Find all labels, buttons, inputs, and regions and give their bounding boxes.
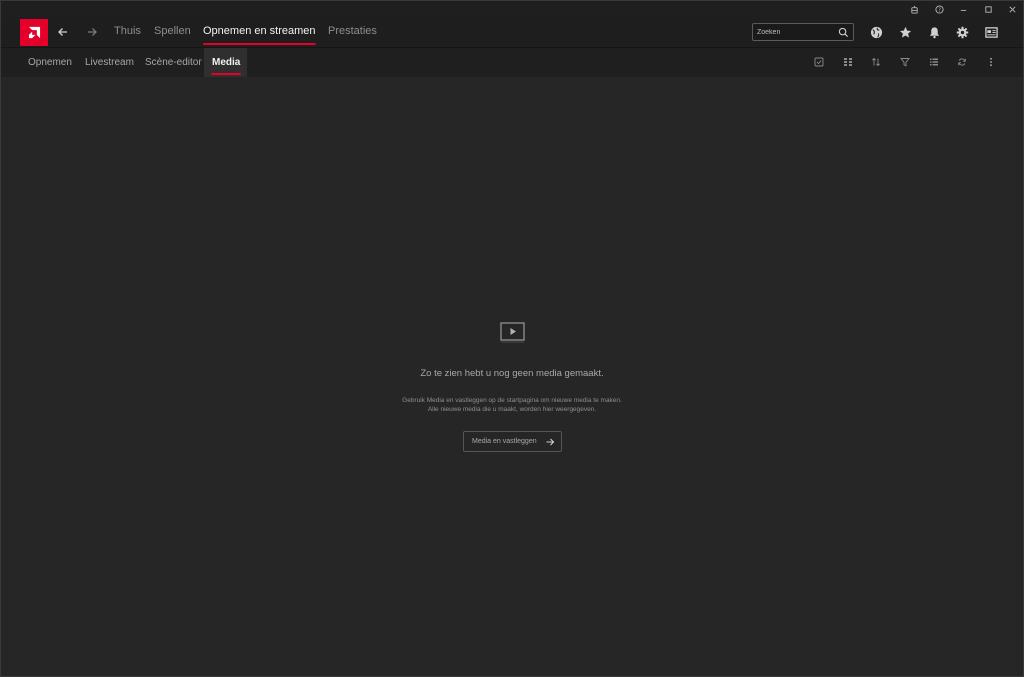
subtab-label: Media	[212, 57, 241, 68]
tab-spellen[interactable]: Spellen	[154, 25, 191, 37]
subtab-label: Scène-editor	[145, 57, 202, 68]
empty-state-description-line-2: Alle nieuwe media die u maakt, worden hi…	[427, 406, 597, 413]
list-view-icon[interactable]	[927, 55, 941, 69]
top-navigation: Thuis Spellen Opnemen en streamen Presta…	[1, 17, 1023, 47]
sub-navigation: Opnemen Livestream Scène-editor Media	[1, 47, 1023, 77]
back-arrow-icon[interactable]	[55, 24, 71, 40]
layout-icon[interactable]	[983, 24, 999, 40]
filter-icon[interactable]	[898, 55, 912, 69]
gear-icon[interactable]	[954, 24, 970, 40]
tab-prestaties[interactable]: Prestaties	[328, 25, 377, 37]
subtab-scene-editor[interactable]: Scène-editor	[145, 57, 202, 68]
active-tab-indicator	[203, 43, 316, 45]
search-input[interactable]	[757, 25, 835, 39]
svg-text:?: ?	[938, 7, 941, 13]
search-icon[interactable]	[838, 27, 849, 38]
app-window: ? Thuis Spellen Opnemen en streamen Pres…	[0, 0, 1024, 677]
subtab-label: Opnemen	[28, 57, 72, 68]
media-content-area: Zo te zien hebt u nog geen media gemaakt…	[1, 77, 1023, 676]
grid-view-icon[interactable]	[841, 55, 855, 69]
arrow-right-icon	[546, 438, 555, 446]
title-bar: ?	[1, 1, 1023, 17]
active-subtab-indicator	[211, 73, 242, 75]
select-checkbox-icon[interactable]	[812, 55, 826, 69]
search-box[interactable]	[752, 23, 854, 41]
forward-arrow-icon[interactable]	[84, 24, 100, 40]
sort-icon[interactable]	[869, 55, 883, 69]
empty-state-title: Zo te zien hebt u nog geen media gemaakt…	[420, 368, 604, 379]
empty-state-description-line-1: Gebruik Media en vastleggen op de startp…	[402, 397, 622, 404]
subtab-media[interactable]: Media	[211, 57, 242, 75]
media-capture-button[interactable]: Media en vastleggen	[463, 431, 562, 452]
tab-label: Opnemen en streamen	[203, 25, 316, 37]
tab-label: Prestaties	[328, 25, 377, 37]
star-icon[interactable]	[897, 24, 913, 40]
globe-icon[interactable]	[868, 24, 884, 40]
tab-opnemen-en-streamen[interactable]: Opnemen en streamen	[203, 25, 316, 45]
media-capture-button-label: Media en vastleggen	[472, 438, 537, 445]
subtab-livestream[interactable]: Livestream	[85, 57, 134, 68]
bug-report-icon[interactable]	[902, 1, 926, 17]
maximize-icon[interactable]	[976, 1, 1000, 17]
close-icon[interactable]	[1000, 1, 1024, 17]
bell-icon[interactable]	[926, 24, 942, 40]
refresh-icon[interactable]	[955, 55, 969, 69]
minimize-icon[interactable]	[951, 1, 975, 17]
tab-label: Thuis	[114, 25, 141, 37]
media-play-icon	[500, 322, 525, 343]
help-icon[interactable]: ?	[927, 1, 951, 17]
subtab-opnemen[interactable]: Opnemen	[28, 57, 72, 68]
amd-logo-icon[interactable]	[20, 19, 48, 46]
tab-thuis[interactable]: Thuis	[114, 25, 141, 37]
more-vertical-icon[interactable]	[984, 55, 998, 69]
tab-label: Spellen	[154, 25, 191, 37]
subtab-label: Livestream	[85, 57, 134, 68]
